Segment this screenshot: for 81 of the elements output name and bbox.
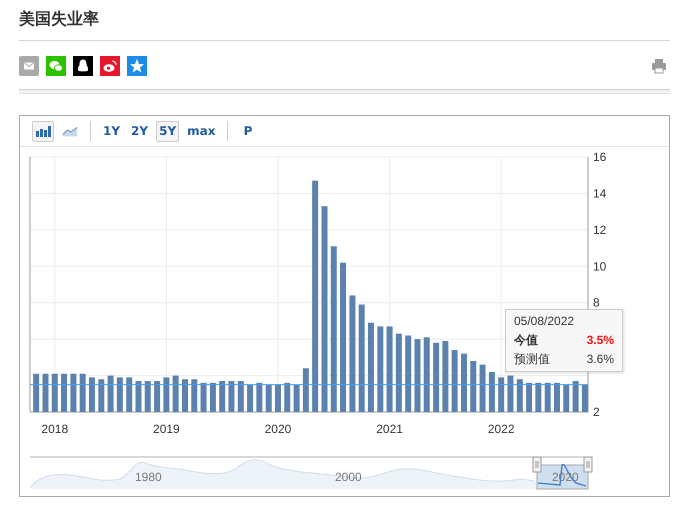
bar bbox=[554, 382, 560, 412]
bar bbox=[498, 377, 504, 412]
bar bbox=[126, 377, 132, 412]
page-title: 美国失业率 bbox=[19, 8, 100, 30]
bar bbox=[144, 381, 151, 412]
bar bbox=[274, 384, 281, 412]
x-axis-label: 2022 bbox=[488, 422, 515, 436]
tooltip-label: 今值 bbox=[514, 332, 538, 349]
x-axis-label: 2021 bbox=[376, 422, 403, 436]
navigator-handle[interactable] bbox=[584, 456, 592, 472]
bar bbox=[42, 374, 48, 412]
bar-chart-button[interactable] bbox=[32, 120, 54, 142]
range-button[interactable]: 2Y bbox=[128, 120, 152, 142]
navigator-handle[interactable] bbox=[532, 456, 542, 472]
bar bbox=[488, 372, 495, 412]
bar bbox=[572, 381, 579, 412]
bar bbox=[52, 374, 58, 412]
bar bbox=[210, 382, 216, 412]
bar bbox=[563, 384, 570, 412]
bar bbox=[302, 368, 309, 412]
tooltip-value: 3.5% bbox=[586, 332, 614, 349]
bar bbox=[182, 379, 188, 412]
bar bbox=[116, 377, 123, 412]
range-button[interactable]: 1Y bbox=[100, 120, 124, 142]
bar bbox=[470, 361, 476, 412]
bar bbox=[80, 374, 86, 412]
bar bbox=[461, 354, 467, 412]
penguin-icon[interactable] bbox=[73, 56, 93, 76]
bar bbox=[256, 382, 262, 412]
y-axis-label: 8 bbox=[593, 296, 600, 310]
y-axis-label: 12 bbox=[593, 222, 606, 237]
tooltip-value: 3.6% bbox=[586, 351, 614, 368]
bar bbox=[247, 384, 254, 412]
area-chart-icon bbox=[62, 125, 78, 137]
bar bbox=[582, 384, 588, 412]
bar bbox=[191, 379, 198, 412]
range-button[interactable]: 5Y bbox=[156, 120, 180, 142]
x-axis-label: 2018 bbox=[41, 422, 68, 436]
bar bbox=[163, 377, 170, 412]
navigator-year-label: 2000 bbox=[335, 470, 362, 484]
bar bbox=[433, 342, 440, 412]
bar bbox=[108, 376, 114, 412]
bar bbox=[516, 379, 523, 412]
bar bbox=[61, 374, 68, 412]
chat-bubbles-icon[interactable] bbox=[46, 56, 66, 76]
p-button[interactable]: P bbox=[237, 120, 258, 142]
bar bbox=[172, 376, 179, 412]
bar bbox=[228, 381, 234, 412]
mail-icon[interactable] bbox=[19, 56, 39, 76]
bar bbox=[33, 374, 40, 412]
y-axis-label: 16 bbox=[593, 150, 606, 164]
navigator-year-label: 1980 bbox=[135, 470, 162, 484]
x-axis-label: 2019 bbox=[153, 422, 180, 436]
y-axis-label: 10 bbox=[593, 259, 606, 274]
bar bbox=[238, 381, 244, 412]
bar bbox=[88, 377, 95, 412]
bar bbox=[294, 384, 300, 412]
bar bbox=[442, 340, 448, 412]
bar bbox=[284, 382, 290, 412]
bar bbox=[544, 382, 551, 412]
bar bbox=[526, 382, 532, 412]
bar bbox=[535, 382, 542, 412]
tooltip-date: 05/08/2022 bbox=[514, 313, 576, 330]
range-button[interactable]: max bbox=[184, 120, 218, 142]
print-icon[interactable] bbox=[651, 58, 667, 74]
bar bbox=[70, 374, 76, 412]
bar bbox=[266, 384, 272, 412]
y-axis-label: 2 bbox=[593, 405, 600, 419]
tooltip-label: 预测值 bbox=[514, 351, 550, 368]
bar bbox=[154, 381, 160, 412]
x-axis-label: 2020 bbox=[264, 422, 292, 436]
y-axis-label: 14 bbox=[593, 186, 606, 200]
bar bbox=[200, 382, 207, 412]
bar bbox=[219, 381, 226, 412]
bar bbox=[507, 376, 514, 412]
bar bbox=[480, 364, 486, 412]
bar-chart-icon bbox=[35, 125, 51, 137]
bar bbox=[452, 350, 458, 412]
weibo-icon[interactable] bbox=[100, 56, 120, 76]
bar bbox=[98, 379, 104, 412]
bar bbox=[135, 381, 142, 412]
